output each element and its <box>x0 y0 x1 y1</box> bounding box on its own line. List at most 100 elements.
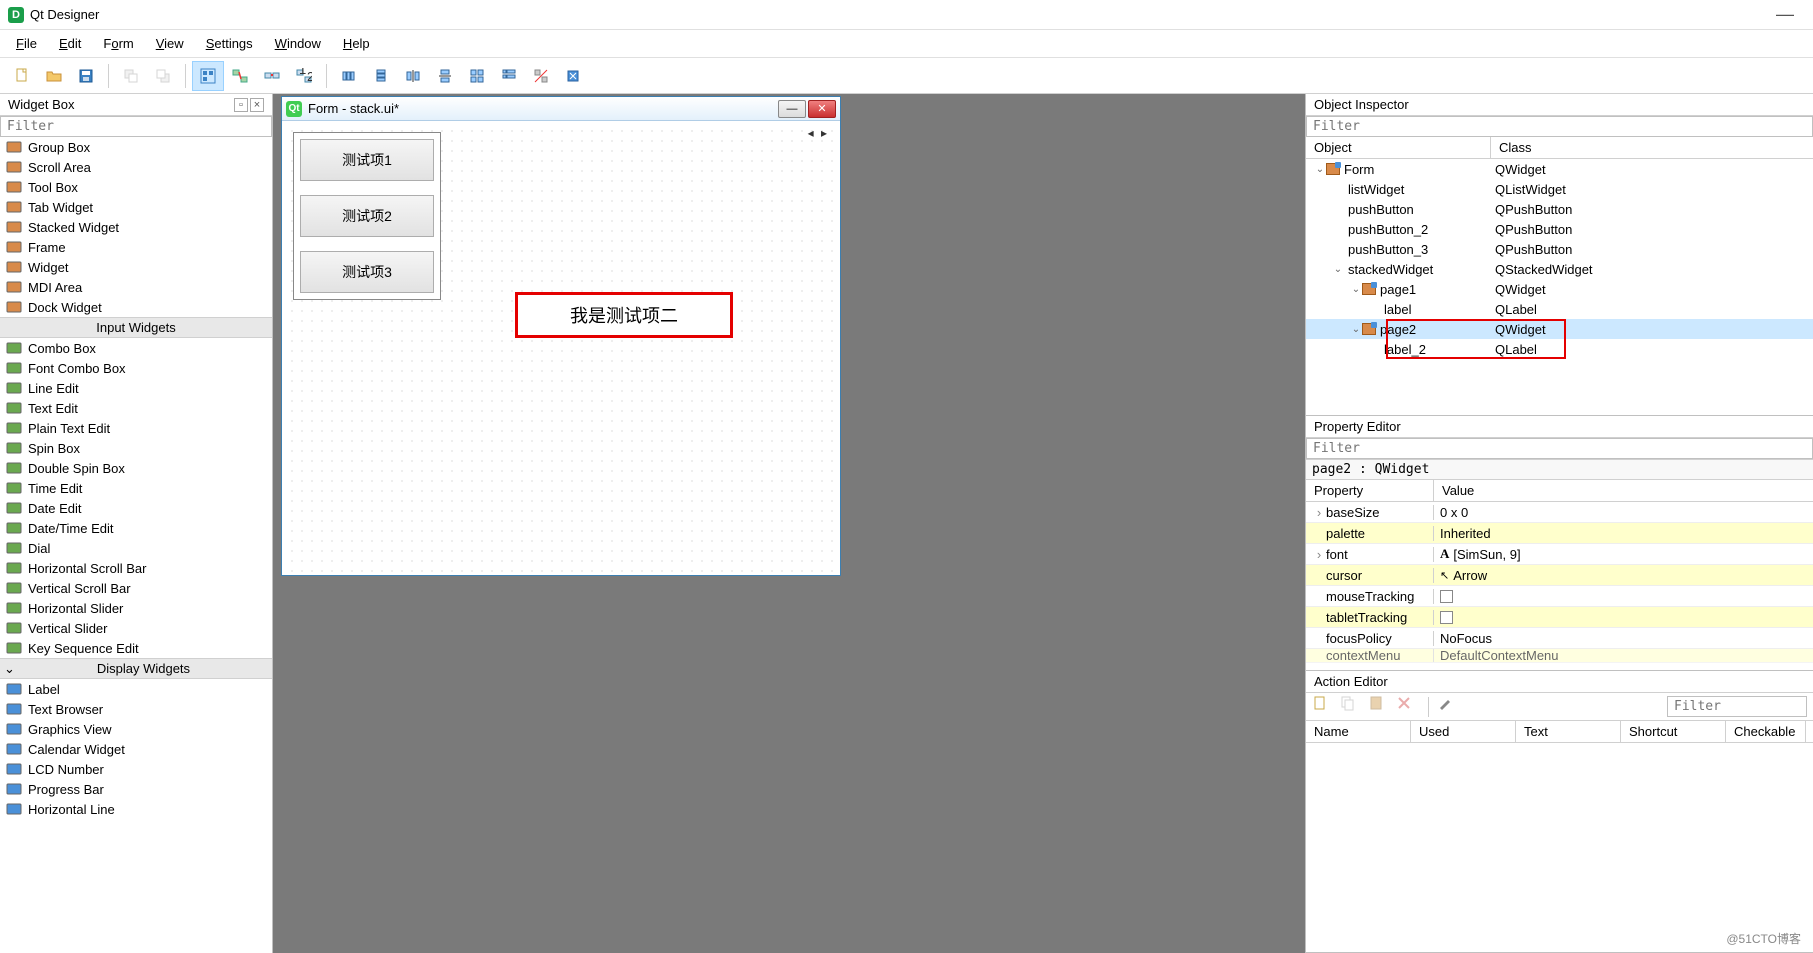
edit-widgets-button[interactable] <box>192 61 224 91</box>
widget-item[interactable]: Tab Widget <box>0 197 272 217</box>
configure-action-button[interactable] <box>1437 695 1461 719</box>
widget-item[interactable]: Tool Box <box>0 177 272 197</box>
widget-item[interactable]: Date Edit <box>0 498 272 518</box>
design-canvas[interactable]: Qt Form - stack.ui* — ✕ ◂ ▸ 测试项1 测试项2 测试… <box>273 94 1305 953</box>
test-button-3[interactable]: 测试项3 <box>300 251 434 293</box>
oi-col-class[interactable]: Class <box>1491 137 1540 158</box>
object-inspector-tree[interactable]: ⌄Form QWidget listWidget QListWidget pus… <box>1306 159 1813 415</box>
form-minimize-button[interactable]: — <box>778 100 806 118</box>
widget-item[interactable]: LCD Number <box>0 759 272 779</box>
layout-grid-button[interactable] <box>461 61 493 91</box>
widget-item[interactable]: Calendar Widget <box>0 739 272 759</box>
edit-signals-button[interactable] <box>224 61 256 91</box>
widget-item[interactable]: Graphics View <box>0 719 272 739</box>
widget-item[interactable]: Date/Time Edit <box>0 518 272 538</box>
widget-item[interactable]: Font Combo Box <box>0 358 272 378</box>
widget-item[interactable]: Widget <box>0 257 272 277</box>
widget-item[interactable]: Spin Box <box>0 438 272 458</box>
menu-edit[interactable]: Edit <box>49 32 91 55</box>
form-body[interactable]: ◂ ▸ 测试项1 测试项2 测试项3 我是测试项二 <box>282 121 840 575</box>
widget-item[interactable]: MDI Area <box>0 277 272 297</box>
object-tree-row[interactable]: ⌄stackedWidget QStackedWidget <box>1306 259 1813 279</box>
pe-col-value[interactable]: Value <box>1434 480 1482 501</box>
object-tree-row[interactable]: label QLabel <box>1306 299 1813 319</box>
widget-item[interactable]: Dial <box>0 538 272 558</box>
layout-v-splitter-button[interactable] <box>429 61 461 91</box>
ae-col[interactable]: Used <box>1411 721 1516 742</box>
menu-form[interactable]: Form <box>93 32 143 55</box>
widget-item[interactable]: Horizontal Slider <box>0 598 272 618</box>
widget-item[interactable]: Plain Text Edit <box>0 418 272 438</box>
layout-vertical-button[interactable] <box>365 61 397 91</box>
open-file-button[interactable] <box>38 61 70 91</box>
widget-item[interactable]: Vertical Slider <box>0 618 272 638</box>
widget-item[interactable]: Time Edit <box>0 478 272 498</box>
object-tree-row[interactable]: ⌄page1 QWidget <box>1306 279 1813 299</box>
delete-action-button[interactable] <box>1396 695 1420 719</box>
send-back-button[interactable] <box>115 61 147 91</box>
widget-item[interactable]: Frame <box>0 237 272 257</box>
form-close-button[interactable]: ✕ <box>808 100 836 118</box>
ae-col[interactable]: Shortcut <box>1621 721 1726 742</box>
paste-action-button[interactable] <box>1368 695 1392 719</box>
adjust-size-button[interactable] <box>557 61 589 91</box>
widget-category[interactable]: ⌄Display Widgets <box>0 658 272 679</box>
bring-front-button[interactable] <box>147 61 179 91</box>
widget-item[interactable]: Vertical Scroll Bar <box>0 578 272 598</box>
layout-horizontal-button[interactable] <box>333 61 365 91</box>
stacked-nav-arrows[interactable]: ◂ ▸ <box>808 126 829 140</box>
property-row[interactable]: contextMenuDefaultContextMenu <box>1306 649 1813 663</box>
widget-item[interactable]: Progress Bar <box>0 779 272 799</box>
pe-col-property[interactable]: Property <box>1306 480 1434 501</box>
edit-tab-order-button[interactable]: 12 <box>288 61 320 91</box>
break-layout-button[interactable] <box>525 61 557 91</box>
save-file-button[interactable] <box>70 61 102 91</box>
object-tree-row[interactable]: pushButton_2 QPushButton <box>1306 219 1813 239</box>
widget-box-filter[interactable] <box>0 116 272 137</box>
widget-item[interactable]: Double Spin Box <box>0 458 272 478</box>
form-titlebar[interactable]: Qt Form - stack.ui* — ✕ <box>282 97 840 121</box>
widget-item[interactable]: Horizontal Line <box>0 799 272 819</box>
dock-close-button[interactable]: × <box>250 98 264 112</box>
object-tree-row[interactable]: label_2 QLabel <box>1306 339 1813 359</box>
layout-h-splitter-button[interactable] <box>397 61 429 91</box>
minimize-button[interactable]: — <box>1765 4 1805 25</box>
property-row[interactable]: paletteInherited <box>1306 523 1813 544</box>
copy-action-button[interactable] <box>1340 695 1364 719</box>
action-editor-filter[interactable] <box>1667 696 1807 717</box>
new-file-button[interactable] <box>6 61 38 91</box>
menu-settings[interactable]: Settings <box>196 32 263 55</box>
test-button-2[interactable]: 测试项2 <box>300 195 434 237</box>
property-row[interactable]: ›baseSize0 x 0 <box>1306 502 1813 523</box>
widget-item[interactable]: Combo Box <box>0 338 272 358</box>
widget-box-list[interactable]: Group BoxScroll AreaTool BoxTab WidgetSt… <box>0 137 272 953</box>
object-tree-row[interactable]: pushButton QPushButton <box>1306 199 1813 219</box>
object-inspector-filter[interactable] <box>1306 116 1813 137</box>
widget-item[interactable]: Text Browser <box>0 699 272 719</box>
new-action-button[interactable] <box>1312 695 1336 719</box>
object-tree-row[interactable]: ⌄page2 QWidget <box>1306 319 1813 339</box>
widget-item[interactable]: Text Edit <box>0 398 272 418</box>
widget-item[interactable]: Horizontal Scroll Bar <box>0 558 272 578</box>
widget-item[interactable]: Key Sequence Edit <box>0 638 272 658</box>
menu-window[interactable]: Window <box>265 32 331 55</box>
object-tree-row[interactable]: pushButton_3 QPushButton <box>1306 239 1813 259</box>
menu-view[interactable]: View <box>146 32 194 55</box>
test-button-1[interactable]: 测试项1 <box>300 139 434 181</box>
widget-item[interactable]: Dock Widget <box>0 297 272 317</box>
layout-form-button[interactable] <box>493 61 525 91</box>
property-row[interactable]: cursor↖ Arrow <box>1306 565 1813 586</box>
widget-category[interactable]: Input Widgets <box>0 317 272 338</box>
property-row[interactable]: tabletTracking <box>1306 607 1813 628</box>
menu-help[interactable]: Help <box>333 32 380 55</box>
widget-item[interactable]: Line Edit <box>0 378 272 398</box>
ae-col[interactable]: Text <box>1516 721 1621 742</box>
object-tree-row[interactable]: listWidget QListWidget <box>1306 179 1813 199</box>
edit-buddies-button[interactable] <box>256 61 288 91</box>
dock-float-button[interactable]: ▫ <box>234 98 248 112</box>
oi-col-object[interactable]: Object <box>1306 137 1491 158</box>
object-tree-row[interactable]: ⌄Form QWidget <box>1306 159 1813 179</box>
ae-col[interactable]: Checkable <box>1726 721 1806 742</box>
property-row[interactable]: ›fontA [SimSun, 9] <box>1306 544 1813 565</box>
widget-item[interactable]: Scroll Area <box>0 157 272 177</box>
